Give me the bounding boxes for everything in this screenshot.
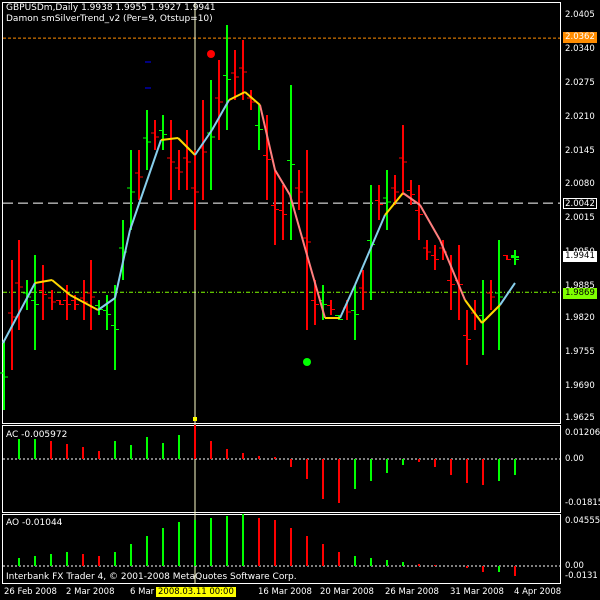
time-tick: 26 Mar 2008 (385, 587, 439, 597)
ao-label: AO -0.01044 (6, 518, 63, 528)
bid-price-tag: 1.9941 (563, 251, 597, 262)
crosshair-date-label: 2008.03.11 00:00 (156, 587, 236, 597)
price-tick: 2.0210 (565, 112, 595, 122)
time-tick: 31 Mar 2008 (450, 587, 504, 597)
price-tag-orange: 2.0362 (563, 32, 597, 43)
price-tick: 1.9755 (565, 347, 595, 357)
price-tag-dashed: 2.0042 (563, 198, 597, 209)
time-tick: 4 Apr 2008 (514, 587, 562, 597)
time-tick: 26 Feb 2008 (4, 587, 57, 597)
time-tick: 20 Mar 2008 (320, 587, 374, 597)
price-tick: 2.0340 (565, 44, 595, 54)
price-tick: 2.0145 (565, 146, 595, 156)
chart-svg (0, 3, 560, 584)
mt4-chart-window[interactable]: GBPUSDm,Daily 1.9938 1.9955 1.9927 1.994… (0, 0, 600, 600)
price-tick: 1.9625 (565, 413, 595, 423)
time-tick: 2 Mar 2008 (66, 587, 115, 597)
indicator-label: Damon smSilverTrend_v2 (Per=9, Otstup=10… (6, 14, 213, 24)
ac-label: AC -0.005972 (6, 430, 68, 440)
price-tag-green: 1.9869 (563, 288, 597, 299)
crosshair-marker (193, 417, 197, 421)
price-tick: 2.0275 (565, 78, 595, 88)
time-tick: 16 Mar 2008 (258, 587, 312, 597)
ac-axis-zero: 0.00 (565, 454, 584, 464)
price-tick: 2.0015 (565, 213, 595, 223)
ao-axis-zero: 0.00 (565, 561, 584, 571)
ao-axis-max: 0.04555 (565, 516, 600, 526)
silver-trend-segment (419, 204, 441, 241)
chart-title: GBPUSDm,Daily 1.9938 1.9955 1.9927 1.994… (6, 3, 216, 13)
price-tick: 2.0080 (565, 179, 595, 189)
sell-signal-dot (207, 50, 215, 58)
price-tick: 1.9820 (565, 313, 595, 323)
ac-axis-max: 0.012066 (565, 428, 600, 438)
ao-axis-min: -0.0131 (565, 571, 598, 581)
price-tick: 2.0405 (565, 10, 595, 20)
buy-signal-dot (303, 358, 311, 366)
ac-axis-min: -0.01815 (565, 498, 600, 508)
silver-trend-segment (129, 139, 162, 231)
silver-trend-segment (499, 282, 516, 306)
time-tick: 6 Mar (130, 587, 155, 597)
silver-trend-segment (439, 239, 466, 301)
copyright-text: Interbank FX Trader 4, © 2001-2008 MetaQ… (6, 572, 297, 582)
price-tick: 1.9690 (565, 381, 595, 391)
